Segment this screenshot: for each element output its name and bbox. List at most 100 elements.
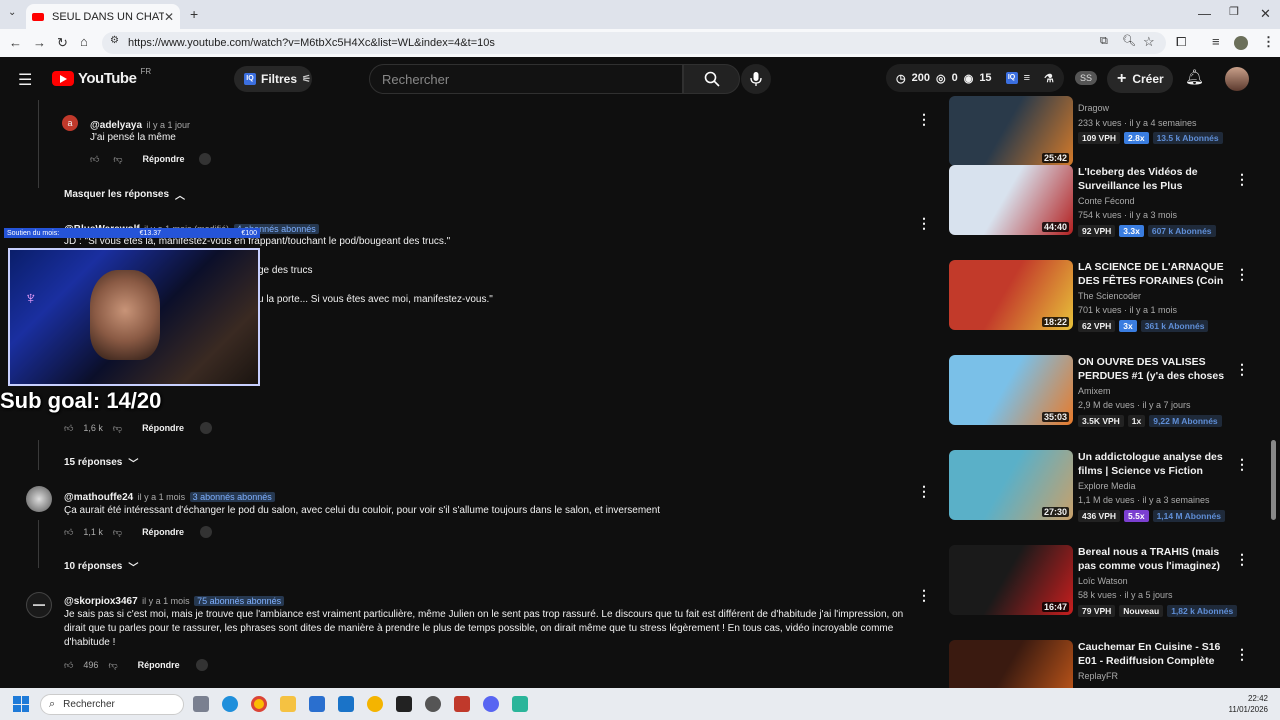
channel-name[interactable]: Conte Fécond — [1078, 196, 1135, 206]
recommended-video[interactable]: 25:42 Dragow 233 k vues · il y a 4 semaine… — [949, 96, 1269, 166]
home-icon[interactable]: ⌂ — [80, 35, 88, 48]
reply-button[interactable]: Répondre — [142, 527, 184, 537]
channel-name[interactable]: ReplayFR — [1078, 671, 1118, 681]
account-avatar[interactable] — [1225, 67, 1249, 91]
new-tab-button[interactable]: + — [190, 7, 198, 21]
chrome-menu-icon[interactable]: ⋮ — [1262, 35, 1275, 48]
video-thumbnail[interactable]: 35:03 — [949, 355, 1073, 425]
hide-replies-button[interactable]: Masquer les réponses ︿ — [64, 187, 185, 202]
like-icon[interactable]: 👍︎ — [64, 660, 73, 671]
youtube-logo[interactable]: YouTube FR — [52, 67, 151, 87]
recommended-video[interactable]: 16:47 Bereal nous a TRAHIS (mais pas comm… — [949, 545, 1269, 617]
reload-icon[interactable]: ↻ — [57, 36, 68, 49]
app-icon[interactable] — [512, 696, 528, 712]
comment-author[interactable]: @mathouffe24 — [64, 492, 133, 503]
notifications-bell-icon[interactable]: 🔔︎ — [1185, 68, 1204, 86]
minimize-button[interactable]: — — [1198, 7, 1211, 20]
avatar[interactable]: ▬▬ — [26, 592, 52, 618]
video-title[interactable]: Un addictologue analyse des films | Scie… — [1078, 450, 1228, 478]
taskbar-search[interactable]: ⌕ Rechercher — [40, 694, 184, 715]
create-button[interactable]: + Créer — [1107, 65, 1173, 93]
search-input[interactable]: Rechercher — [369, 64, 683, 94]
comment-time[interactable]: il y a 1 jour — [146, 120, 190, 130]
close-window-button[interactable]: ✕ — [1260, 7, 1271, 20]
app-icon[interactable] — [367, 696, 383, 712]
reply-button[interactable]: Répondre — [138, 660, 180, 670]
back-icon[interactable]: ← — [9, 36, 22, 49]
extensions-icon[interactable]: ⧠ — [1176, 35, 1186, 48]
video-title[interactable]: L'Iceberg des Vidéos de Surveillance les… — [1078, 165, 1228, 194]
video-menu-icon[interactable]: ⋮ — [1235, 646, 1249, 663]
profile-avatar-icon[interactable] — [1234, 36, 1248, 50]
edge-icon[interactable] — [222, 696, 238, 712]
forward-icon[interactable]: → — [33, 36, 46, 49]
dislike-icon[interactable]: 👎︎ — [108, 660, 117, 671]
voice-search-button[interactable] — [741, 64, 771, 94]
site-info-icon[interactable]: ⚙ — [110, 36, 119, 46]
dislike-icon[interactable]: 👎︎ — [113, 423, 122, 434]
video-menu-icon[interactable]: ⋮ — [1235, 266, 1249, 283]
like-icon[interactable]: 👍︎ — [64, 423, 73, 434]
search-button[interactable] — [683, 64, 740, 94]
system-clock[interactable]: 22:42 11/01/2026 — [1222, 693, 1268, 715]
file-explorer-icon[interactable] — [280, 696, 296, 712]
maximize-button[interactable]: ❐ — [1229, 7, 1239, 18]
chrome-icon[interactable] — [251, 696, 267, 712]
video-title[interactable]: ON OUVRE DES VALISES PERDUES #1 (y'a des… — [1078, 355, 1228, 384]
comment-author[interactable]: @skorpiox3467 — [64, 596, 138, 607]
like-icon[interactable]: 👍︎ — [64, 527, 73, 538]
video-thumbnail[interactable]: 27:30 — [949, 450, 1073, 520]
channel-name[interactable]: Explore Media — [1078, 481, 1136, 491]
zoom-icon[interactable]: 🔍︎ — [1122, 36, 1136, 47]
comment-time[interactable]: il y a 1 mois — [142, 596, 190, 606]
recommended-video[interactable]: 18:22 LA SCIENCE DE L'ARNAQUE DES FÊTES F… — [949, 260, 1269, 332]
video-menu-icon[interactable]: ⋮ — [1235, 456, 1249, 473]
video-thumbnail[interactable]: 18:22 — [949, 260, 1073, 330]
install-icon[interactable]: ⧉ — [1100, 36, 1108, 47]
mail-icon[interactable] — [338, 696, 354, 712]
comment-menu-icon[interactable]: ⋮ — [917, 216, 931, 230]
hamburger-menu-icon[interactable]: ☰ — [18, 70, 32, 90]
video-menu-icon[interactable]: ⋮ — [1235, 361, 1249, 378]
reply-button[interactable]: Répondre — [143, 154, 185, 164]
voicemeeter-icon[interactable] — [454, 696, 470, 712]
video-title[interactable]: LA SCIENCE DE L'ARNAQUE DES FÊTES FORAIN… — [1078, 260, 1228, 289]
address-bar[interactable]: https://www.youtube.com/watch?v=M6tbXc5H… — [102, 32, 1166, 54]
comment-time[interactable]: il y a 1 mois — [138, 492, 186, 502]
video-thumbnail[interactable]: 16:47 — [949, 545, 1073, 615]
bookmark-star-icon[interactable]: ☆ — [1143, 35, 1155, 48]
browser-tab-active[interactable]: SEUL DANS UN CHATEAU HAN ✕ — [26, 4, 180, 29]
channel-name[interactable]: Dragow — [1078, 103, 1109, 113]
reading-list-icon[interactable]: ≡ — [1212, 35, 1220, 48]
video-thumbnail[interactable]: 44:40 — [949, 165, 1073, 235]
video-title[interactable]: Bereal nous a TRAHIS (mais pas comme vou… — [1078, 545, 1228, 573]
dislike-icon[interactable]: 👎︎ — [113, 154, 122, 165]
dislike-icon[interactable]: 👎︎ — [113, 527, 122, 538]
video-title[interactable]: Cauchemar En Cuisine - S16 E01 - Rediffu… — [1078, 640, 1228, 668]
ss-badge[interactable]: SS — [1075, 71, 1097, 85]
discord-icon[interactable] — [483, 696, 499, 712]
video-menu-icon[interactable]: ⋮ — [1235, 171, 1249, 188]
avatar[interactable] — [26, 486, 52, 512]
recommended-video[interactable]: 35:03 ON OUVRE DES VALISES PERDUES #1 (y'… — [949, 355, 1269, 427]
channel-name[interactable]: Loïc Watson — [1078, 576, 1128, 586]
tab-close-icon[interactable]: ✕ — [164, 10, 174, 24]
video-menu-icon[interactable]: ⋮ — [1235, 551, 1249, 568]
extension-stats-bar[interactable]: ◷ 200 ◎ 0 ◉ 15 IQ ≡ ⚗ — [886, 64, 1064, 92]
channel-name[interactable]: The Sciencoder — [1078, 291, 1141, 301]
comment-menu-icon[interactable]: ⋮ — [917, 484, 931, 498]
show-replies-button[interactable]: 15 réponses ﹀ — [64, 455, 138, 470]
comment-menu-icon[interactable]: ⋮ — [917, 588, 931, 602]
show-replies-button[interactable]: 10 réponses ﹀ — [64, 559, 138, 574]
like-icon[interactable]: 👍︎ — [90, 154, 99, 165]
comment-menu-icon[interactable]: ⋮ — [917, 112, 931, 126]
tab-list-icon[interactable]: ⌄ — [8, 8, 16, 18]
recommended-video[interactable]: 44:40 L'Iceberg des Vidéos de Surveillanc… — [949, 165, 1269, 237]
windows-start-icon[interactable] — [13, 696, 29, 712]
obs-icon[interactable] — [425, 696, 441, 712]
scrollbar-thumb[interactable] — [1271, 440, 1276, 520]
recommended-video[interactable]: 27:30 Un addictologue analyse des films |… — [949, 450, 1269, 522]
channel-name[interactable]: Amixem — [1078, 386, 1111, 396]
reply-button[interactable]: Répondre — [142, 423, 184, 433]
task-view-icon[interactable] — [193, 696, 209, 712]
